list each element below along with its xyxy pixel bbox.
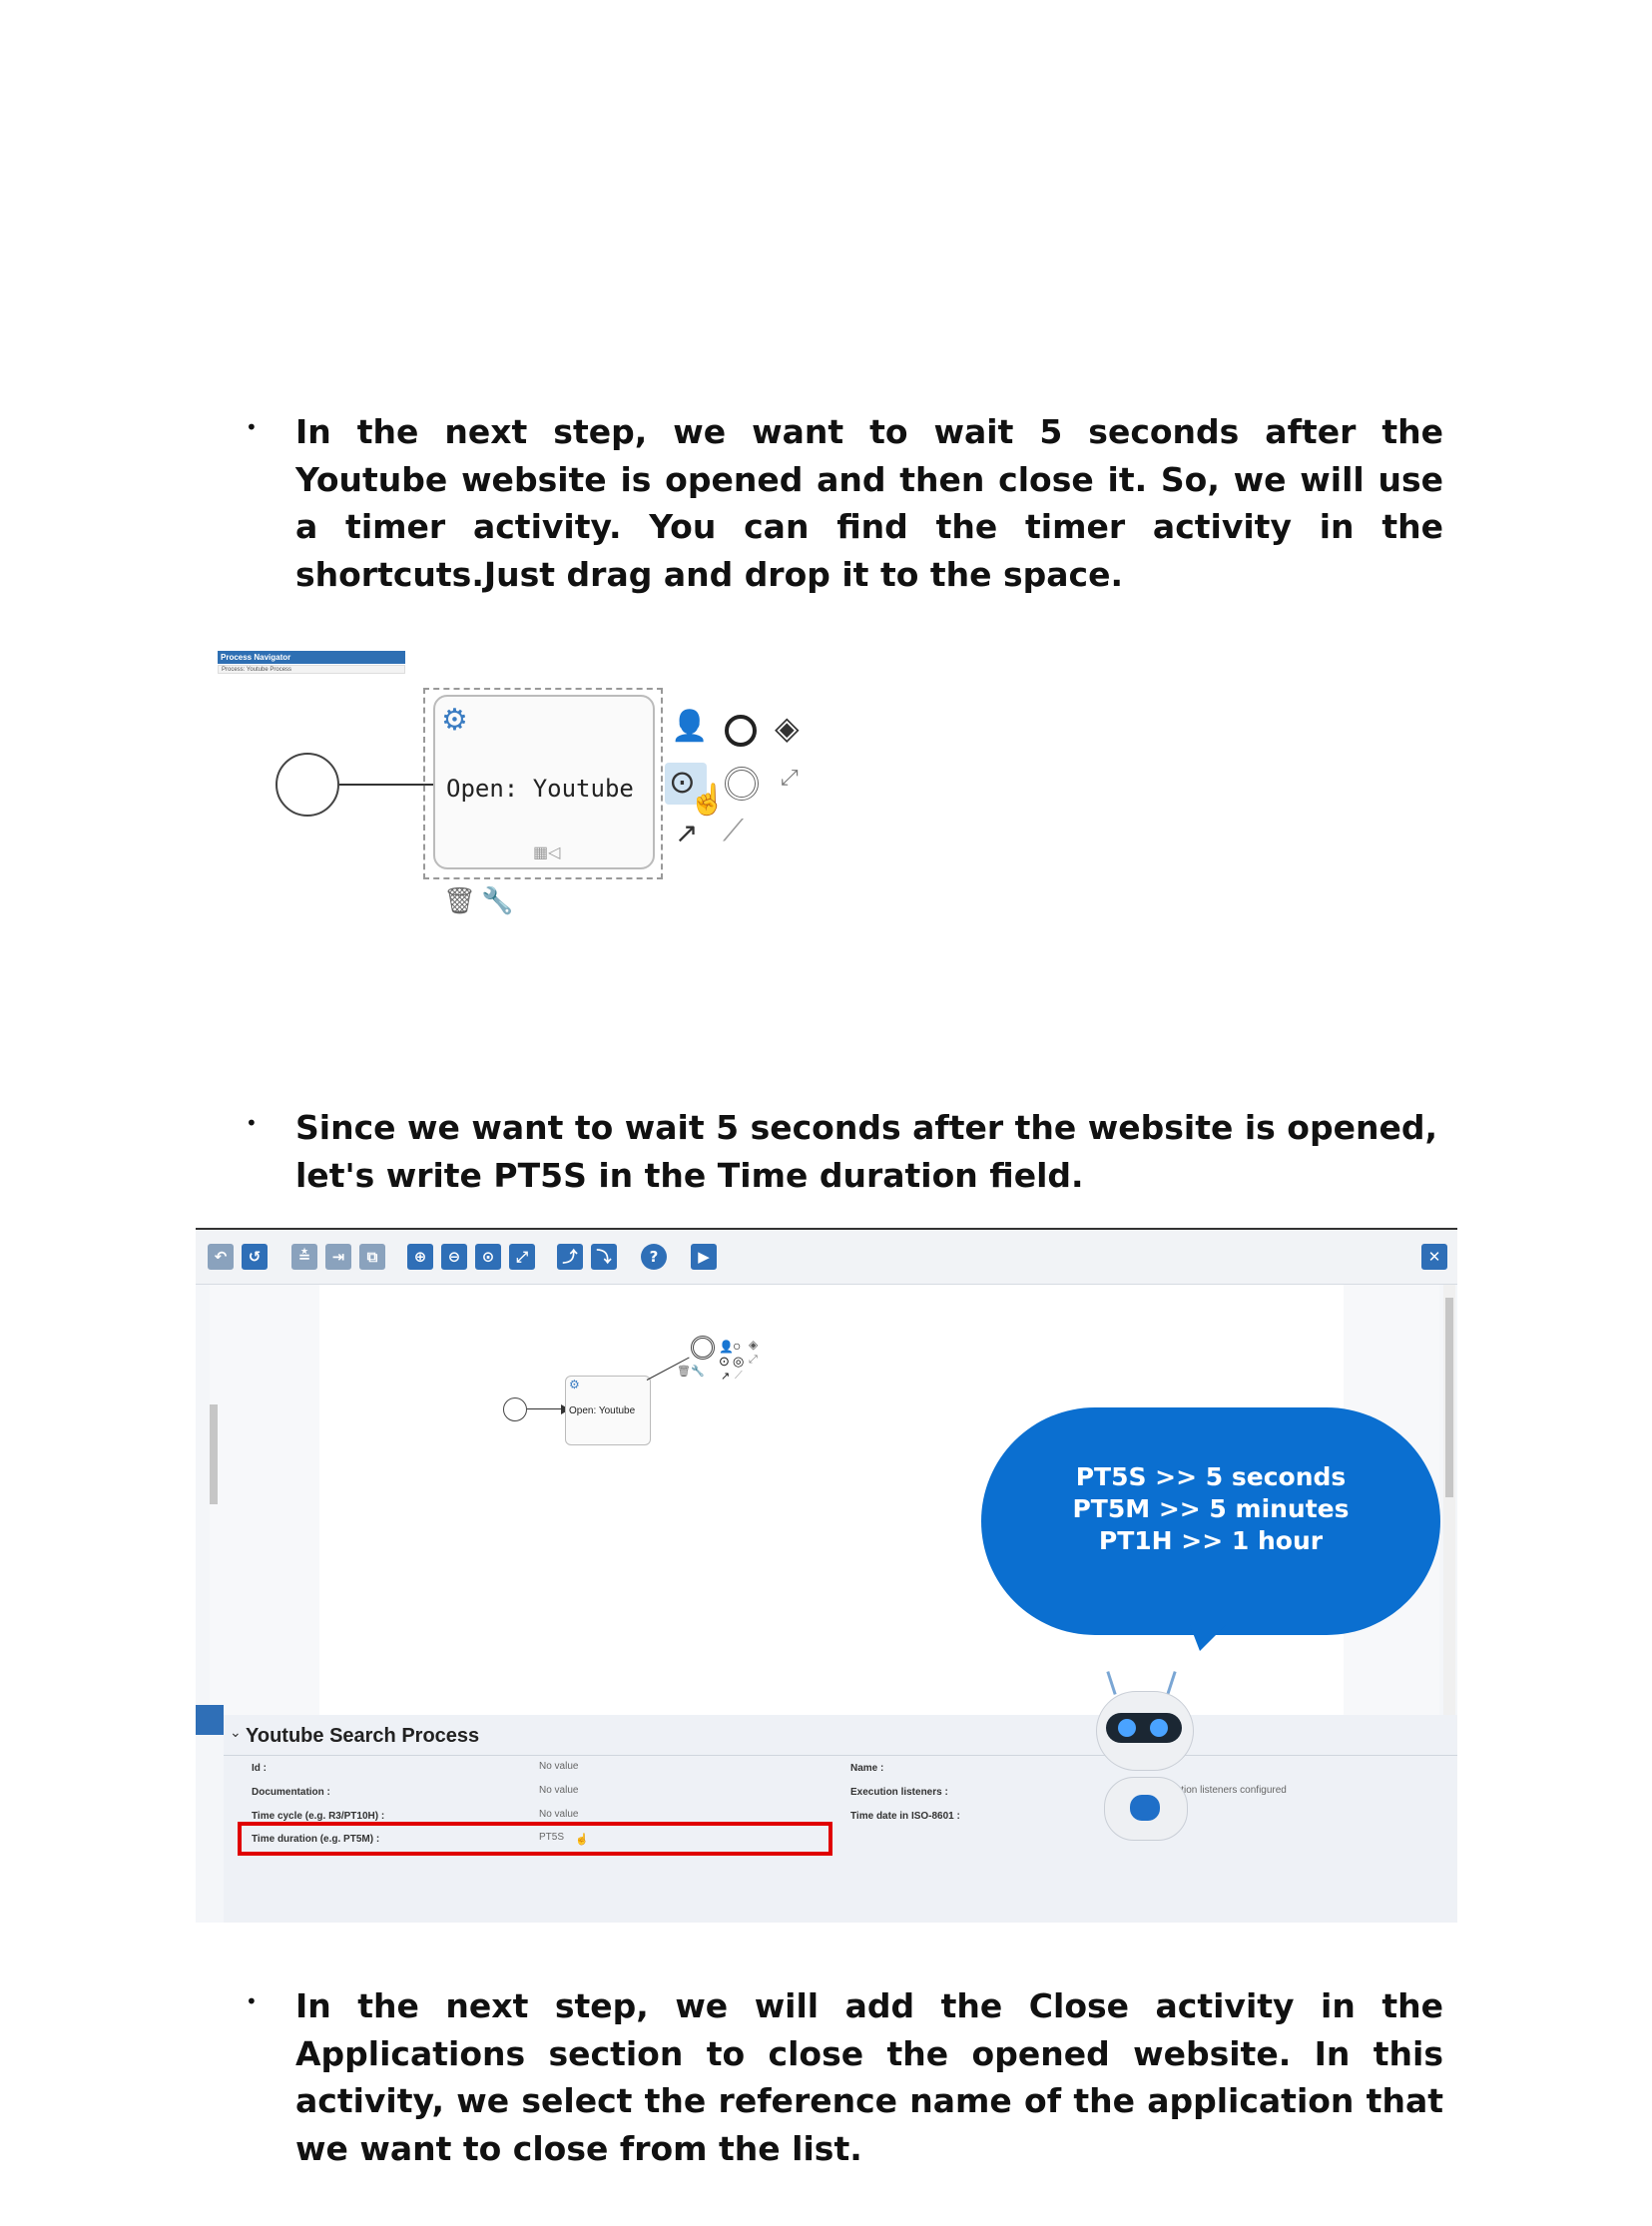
vertical-scrollbar-thumb[interactable] xyxy=(1445,1298,1453,1497)
docker-add-icon[interactable]: ⤴ xyxy=(557,1244,583,1270)
time-duration-highlight xyxy=(238,1822,832,1856)
bullet-3: • xyxy=(246,1989,258,2013)
close-icon[interactable]: ✕ xyxy=(1421,1244,1447,1270)
figure-timer-shortcut: Process Navigator Process: Youtube Proce… xyxy=(218,651,817,935)
group-icon[interactable]: ⧉ xyxy=(359,1244,385,1270)
association-icon[interactable]: ⟋ xyxy=(723,815,744,848)
start-event[interactable] xyxy=(275,753,339,817)
start-event[interactable] xyxy=(503,1397,527,1421)
end-event-icon[interactable] xyxy=(725,715,757,747)
association-icon[interactable]: ⟋ xyxy=(735,1370,743,1383)
gear-icon: ⚙ xyxy=(569,1378,580,1391)
properties-divider xyxy=(224,1755,1457,1756)
help-icon[interactable]: ? xyxy=(641,1244,667,1270)
annotation-icon[interactable]: ⤢ xyxy=(749,1354,758,1367)
duration-hint-bubble: PT5S >> 5 seconds PT5M >> 5 minutes PT1H… xyxy=(981,1407,1440,1635)
bubble-tail xyxy=(1190,1625,1226,1651)
canvas-gutter-left xyxy=(210,1285,319,1715)
paragraph-close-activity: In the next step, we will add the Close … xyxy=(295,1986,1443,2168)
bullet-1: • xyxy=(246,415,258,439)
gear-icon: ⚙ xyxy=(441,704,468,737)
connector-icon[interactable]: ↗ xyxy=(721,1370,730,1383)
id-label: Id : xyxy=(252,1763,267,1774)
trash-icon[interactable]: 🗑 xyxy=(443,885,476,916)
bubble-line-seconds: PT5S >> 5 seconds xyxy=(1075,1462,1347,1491)
id-value[interactable]: No value xyxy=(539,1761,578,1772)
gateway-icon[interactable]: ◈ xyxy=(775,709,800,747)
task-label: Open: Youtube xyxy=(446,775,634,803)
robot-logo xyxy=(1130,1795,1160,1821)
run-icon[interactable]: ▶ xyxy=(691,1244,717,1270)
intermediate-event-icon[interactable] xyxy=(725,767,759,801)
paragraph-time-duration: Since we want to wait 5 seconds after th… xyxy=(295,1108,1438,1195)
end-event-small-icon[interactable]: ◎ xyxy=(733,1354,744,1370)
robot-eye-left xyxy=(1118,1719,1136,1737)
left-scrollbar[interactable] xyxy=(210,1404,218,1504)
task-label: Open: Youtube xyxy=(569,1405,636,1416)
undo-icon[interactable]: ↶ xyxy=(208,1244,234,1270)
align-icon[interactable]: ≛ xyxy=(291,1244,317,1270)
multi-instance-icon: ▦◁ xyxy=(533,844,561,861)
docker-remove-icon[interactable]: ⤵ xyxy=(591,1244,617,1270)
user-task-icon[interactable]: 👤 xyxy=(671,709,708,744)
documentation-value[interactable]: No value xyxy=(539,1785,578,1796)
zoom-fit-icon[interactable]: ⊙ xyxy=(475,1244,501,1270)
editor-toolbar: ↶ ↺ ≛ ⇥ ⧉ ⊕ ⊖ ⊙ ⤢ ⤴ ⤵ ? ▶ ✕ xyxy=(196,1230,1457,1285)
annotation-icon[interactable]: ⤢ xyxy=(781,765,799,791)
time-date-label: Time date in ISO-8601 : xyxy=(850,1811,960,1822)
time-cycle-label: Time cycle (e.g. R3/PT10H) : xyxy=(252,1811,385,1822)
wrench-icon[interactable]: 🔧 xyxy=(691,1365,705,1378)
robot-eye-right xyxy=(1150,1719,1168,1737)
intermediate-event-icon[interactable]: ⊙ xyxy=(719,1354,730,1370)
sequence-flow xyxy=(527,1408,565,1409)
redo-icon[interactable]: ↺ xyxy=(242,1244,268,1270)
zoom-out-icon[interactable]: ⊖ xyxy=(441,1244,467,1270)
distribute-icon[interactable]: ⇥ xyxy=(325,1244,351,1270)
execution-listeners-label: Execution listeners : xyxy=(850,1787,948,1798)
properties-panel-tab[interactable] xyxy=(196,1705,224,1735)
fullscreen-icon[interactable]: ⤢ xyxy=(509,1244,535,1270)
hand-cursor-icon: ☝ xyxy=(689,784,727,817)
timer-event-icon[interactable] xyxy=(691,1336,715,1360)
name-label: Name : xyxy=(850,1763,884,1774)
end-event-icon[interactable]: ○ xyxy=(733,1338,741,1354)
zoom-in-icon[interactable]: ⊕ xyxy=(407,1244,433,1270)
gateway-icon[interactable]: ◈ xyxy=(749,1338,758,1352)
bubble-line-minutes: PT5M >> 5 minutes xyxy=(1072,1494,1350,1523)
trash-icon[interactable]: 🗑 xyxy=(677,1365,691,1378)
time-cycle-value[interactable]: No value xyxy=(539,1809,578,1820)
connector-icon[interactable]: ↗ xyxy=(675,817,698,849)
figure-time-duration: ↶ ↺ ≛ ⇥ ⧉ ⊕ ⊖ ⊙ ⤢ ⤴ ⤵ ? ▶ ✕ ⚙ Open: Yout… xyxy=(196,1228,1457,1923)
chevron-down-icon[interactable]: ⌄ xyxy=(230,1724,242,1741)
process-navigator-item: Process: Youtube Process xyxy=(218,665,405,674)
bullet-2: • xyxy=(246,1111,258,1135)
paragraph-timer-intro: In the next step, we want to wait 5 seco… xyxy=(295,412,1443,594)
process-navigator-header: Process Navigator xyxy=(218,651,405,664)
user-task-icon[interactable]: 👤 xyxy=(719,1340,734,1354)
process-title: Youtube Search Process xyxy=(246,1725,480,1747)
wrench-icon[interactable]: 🔧 xyxy=(481,885,513,916)
documentation-label: Documentation : xyxy=(252,1787,330,1798)
bubble-line-hour: PT1H >> 1 hour xyxy=(1098,1526,1324,1555)
